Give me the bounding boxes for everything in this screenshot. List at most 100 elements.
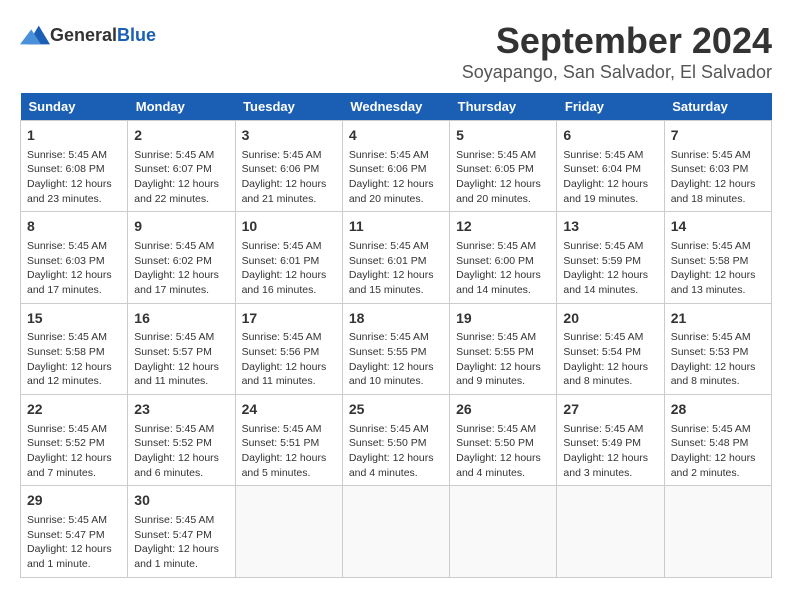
day-cell-22: 22Sunrise: 5:45 AMSunset: 5:52 PMDayligh…	[21, 395, 128, 486]
day-cell-20: 20Sunrise: 5:45 AMSunset: 5:54 PMDayligh…	[557, 303, 664, 394]
day-number: 1	[27, 126, 121, 146]
day-info: Sunrise: 5:45 AMSunset: 5:56 PMDaylight:…	[242, 330, 336, 389]
day-cell-16: 16Sunrise: 5:45 AMSunset: 5:57 PMDayligh…	[128, 303, 235, 394]
day-number: 26	[456, 400, 550, 420]
day-info: Sunrise: 5:45 AMSunset: 5:50 PMDaylight:…	[456, 422, 550, 481]
day-cell-18: 18Sunrise: 5:45 AMSunset: 5:55 PMDayligh…	[342, 303, 449, 394]
day-info: Sunrise: 5:45 AMSunset: 5:51 PMDaylight:…	[242, 422, 336, 481]
day-cell-14: 14Sunrise: 5:45 AMSunset: 5:58 PMDayligh…	[664, 212, 771, 303]
logo: GeneralBlue	[20, 20, 156, 50]
day-cell-27: 27Sunrise: 5:45 AMSunset: 5:49 PMDayligh…	[557, 395, 664, 486]
day-number: 4	[349, 126, 443, 146]
weekday-saturday: Saturday	[664, 93, 771, 121]
day-cell-4: 4Sunrise: 5:45 AMSunset: 6:06 PMDaylight…	[342, 121, 449, 212]
day-info: Sunrise: 5:45 AMSunset: 6:00 PMDaylight:…	[456, 239, 550, 298]
day-cell-7: 7Sunrise: 5:45 AMSunset: 6:03 PMDaylight…	[664, 121, 771, 212]
day-cell-26: 26Sunrise: 5:45 AMSunset: 5:50 PMDayligh…	[450, 395, 557, 486]
day-number: 9	[134, 217, 228, 237]
calendar-table: SundayMondayTuesdayWednesdayThursdayFrid…	[20, 93, 772, 578]
empty-cell	[664, 486, 771, 577]
day-cell-24: 24Sunrise: 5:45 AMSunset: 5:51 PMDayligh…	[235, 395, 342, 486]
calendar-week-0: 1Sunrise: 5:45 AMSunset: 6:08 PMDaylight…	[21, 121, 772, 212]
calendar-week-3: 22Sunrise: 5:45 AMSunset: 5:52 PMDayligh…	[21, 395, 772, 486]
day-cell-21: 21Sunrise: 5:45 AMSunset: 5:53 PMDayligh…	[664, 303, 771, 394]
logo-general: General	[50, 25, 117, 46]
page-header: GeneralBlue September 2024 Soyapango, Sa…	[20, 20, 772, 83]
day-cell-10: 10Sunrise: 5:45 AMSunset: 6:01 PMDayligh…	[235, 212, 342, 303]
day-info: Sunrise: 5:45 AMSunset: 6:03 PMDaylight:…	[27, 239, 121, 298]
empty-cell	[557, 486, 664, 577]
day-cell-6: 6Sunrise: 5:45 AMSunset: 6:04 PMDaylight…	[557, 121, 664, 212]
day-info: Sunrise: 5:45 AMSunset: 6:01 PMDaylight:…	[242, 239, 336, 298]
day-cell-12: 12Sunrise: 5:45 AMSunset: 6:00 PMDayligh…	[450, 212, 557, 303]
day-info: Sunrise: 5:45 AMSunset: 5:58 PMDaylight:…	[671, 239, 765, 298]
day-number: 13	[563, 217, 657, 237]
day-info: Sunrise: 5:45 AMSunset: 6:01 PMDaylight:…	[349, 239, 443, 298]
day-cell-8: 8Sunrise: 5:45 AMSunset: 6:03 PMDaylight…	[21, 212, 128, 303]
day-number: 18	[349, 309, 443, 329]
day-info: Sunrise: 5:45 AMSunset: 6:02 PMDaylight:…	[134, 239, 228, 298]
day-number: 24	[242, 400, 336, 420]
day-info: Sunrise: 5:45 AMSunset: 6:07 PMDaylight:…	[134, 148, 228, 207]
day-cell-11: 11Sunrise: 5:45 AMSunset: 6:01 PMDayligh…	[342, 212, 449, 303]
empty-cell	[342, 486, 449, 577]
day-info: Sunrise: 5:45 AMSunset: 5:55 PMDaylight:…	[456, 330, 550, 389]
day-info: Sunrise: 5:45 AMSunset: 5:48 PMDaylight:…	[671, 422, 765, 481]
day-cell-30: 30Sunrise: 5:45 AMSunset: 5:47 PMDayligh…	[128, 486, 235, 577]
empty-cell	[450, 486, 557, 577]
day-info: Sunrise: 5:45 AMSunset: 5:59 PMDaylight:…	[563, 239, 657, 298]
day-number: 17	[242, 309, 336, 329]
day-number: 23	[134, 400, 228, 420]
weekday-monday: Monday	[128, 93, 235, 121]
day-cell-2: 2Sunrise: 5:45 AMSunset: 6:07 PMDaylight…	[128, 121, 235, 212]
calendar-subtitle: Soyapango, San Salvador, El Salvador	[462, 62, 772, 83]
day-info: Sunrise: 5:45 AMSunset: 6:05 PMDaylight:…	[456, 148, 550, 207]
calendar-body: 1Sunrise: 5:45 AMSunset: 6:08 PMDaylight…	[21, 121, 772, 578]
day-info: Sunrise: 5:45 AMSunset: 5:55 PMDaylight:…	[349, 330, 443, 389]
day-number: 15	[27, 309, 121, 329]
day-info: Sunrise: 5:45 AMSunset: 6:04 PMDaylight:…	[563, 148, 657, 207]
day-info: Sunrise: 5:45 AMSunset: 5:47 PMDaylight:…	[134, 513, 228, 572]
day-info: Sunrise: 5:45 AMSunset: 6:06 PMDaylight:…	[349, 148, 443, 207]
calendar-week-1: 8Sunrise: 5:45 AMSunset: 6:03 PMDaylight…	[21, 212, 772, 303]
day-cell-17: 17Sunrise: 5:45 AMSunset: 5:56 PMDayligh…	[235, 303, 342, 394]
day-number: 27	[563, 400, 657, 420]
day-number: 25	[349, 400, 443, 420]
day-number: 29	[27, 491, 121, 511]
day-number: 19	[456, 309, 550, 329]
day-cell-19: 19Sunrise: 5:45 AMSunset: 5:55 PMDayligh…	[450, 303, 557, 394]
day-cell-15: 15Sunrise: 5:45 AMSunset: 5:58 PMDayligh…	[21, 303, 128, 394]
day-cell-5: 5Sunrise: 5:45 AMSunset: 6:05 PMDaylight…	[450, 121, 557, 212]
day-cell-23: 23Sunrise: 5:45 AMSunset: 5:52 PMDayligh…	[128, 395, 235, 486]
empty-cell	[235, 486, 342, 577]
calendar-week-4: 29 Sunrise: 5:45 AMSunset: 5:47 PMDayligh…	[21, 486, 772, 577]
day-number: 16	[134, 309, 228, 329]
day-number: 20	[563, 309, 657, 329]
day-number: 5	[456, 126, 550, 146]
day-info: Sunrise: 5:45 AMSunset: 5:58 PMDaylight:…	[27, 330, 121, 389]
day-number: 2	[134, 126, 228, 146]
day-cell-29: 29Sunrise: 5:45 AMSunset: 5:47 PMDayligh…	[21, 486, 128, 577]
day-info: Sunrise: 5:45 AMSunset: 5:49 PMDaylight:…	[563, 422, 657, 481]
weekday-tuesday: Tuesday	[235, 93, 342, 121]
day-info: Sunrise: 5:45 AMSunset: 5:57 PMDaylight:…	[134, 330, 228, 389]
weekday-friday: Friday	[557, 93, 664, 121]
day-number: 30	[134, 491, 228, 511]
day-info: Sunrise: 5:45 AMSunset: 5:53 PMDaylight:…	[671, 330, 765, 389]
day-number: 12	[456, 217, 550, 237]
weekday-wednesday: Wednesday	[342, 93, 449, 121]
calendar-week-2: 15Sunrise: 5:45 AMSunset: 5:58 PMDayligh…	[21, 303, 772, 394]
day-number: 3	[242, 126, 336, 146]
day-cell-28: 28Sunrise: 5:45 AMSunset: 5:48 PMDayligh…	[664, 395, 771, 486]
weekday-thursday: Thursday	[450, 93, 557, 121]
day-cell-1: 1Sunrise: 5:45 AMSunset: 6:08 PMDaylight…	[21, 121, 128, 212]
day-cell-9: 9Sunrise: 5:45 AMSunset: 6:02 PMDaylight…	[128, 212, 235, 303]
day-number: 28	[671, 400, 765, 420]
title-section: September 2024 Soyapango, San Salvador, …	[462, 20, 772, 83]
day-cell-13: 13Sunrise: 5:45 AMSunset: 5:59 PMDayligh…	[557, 212, 664, 303]
day-info: Sunrise: 5:45 AMSunset: 6:08 PMDaylight:…	[27, 148, 121, 207]
logo-blue-text: Blue	[117, 25, 156, 46]
day-info: Sunrise: 5:45 AMSunset: 6:03 PMDaylight:…	[671, 148, 765, 207]
day-info: Sunrise: 5:45 AMSunset: 5:54 PMDaylight:…	[563, 330, 657, 389]
day-number: 6	[563, 126, 657, 146]
